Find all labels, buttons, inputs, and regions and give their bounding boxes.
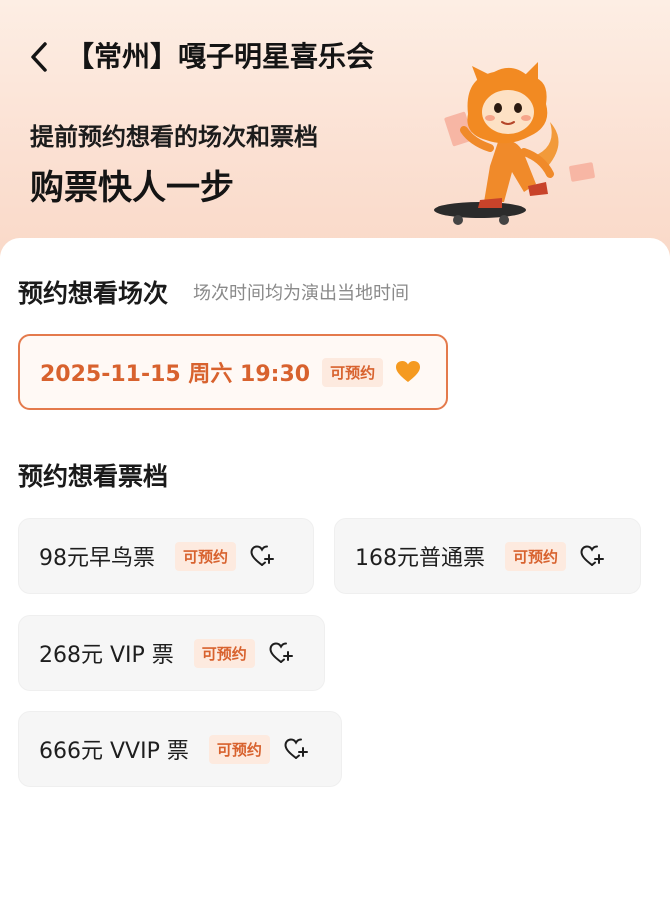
ticket-tier-label: 666元 VVIP 票 — [39, 739, 189, 764]
page-title: 【常州】嘎子明星喜乐会 — [66, 40, 375, 73]
status-badge: 可预约 — [175, 541, 237, 571]
heart-plus-icon — [250, 545, 275, 566]
ticket-section-title: 预约想看票档 — [18, 462, 169, 491]
ticket-tier-label: 98元早鸟票 — [39, 546, 155, 571]
status-badge: 可预约 — [505, 541, 567, 571]
ticket-tier-option[interactable]: 666元 VVIP 票 可预约 — [18, 711, 342, 787]
session-time-note: 场次时间均为演出当地时间 — [193, 283, 409, 304]
heart-plus-icon — [269, 642, 293, 663]
hero-banner: 【常州】嘎子明星喜乐会 提前预约想看的场次和票档 购票快人一步 — [0, 0, 670, 262]
session-section-title: 预约想看场次 — [18, 279, 169, 308]
hero-subtitle: 提前预约想看的场次和票档 — [30, 123, 318, 151]
heart-filled-icon — [396, 361, 421, 382]
heart-plus-icon — [580, 545, 605, 566]
ticket-tier-label: 268元 VIP 票 — [39, 643, 174, 668]
heart-plus-icon — [284, 738, 308, 759]
fox-mascot-illustration — [434, 62, 595, 225]
back-button[interactable] — [22, 38, 56, 76]
chevron-left-icon — [31, 42, 47, 72]
session-option[interactable]: 2025-11-15 周六 19:30 可预约 — [18, 334, 448, 410]
status-badge: 可预约 — [208, 734, 270, 764]
ticket-tier-label: 168元普通票 — [355, 546, 485, 571]
hero-headline: 购票快人一步 — [30, 168, 234, 208]
status-badge: 可预约 — [193, 638, 255, 668]
ticket-tier-option[interactable]: 168元普通票 可预约 — [334, 518, 641, 594]
content-card: 预约想看场次 场次时间均为演出当地时间 2025-11-15 周六 19:30 … — [0, 238, 670, 924]
status-badge: 可预约 — [322, 357, 384, 387]
ticket-tier-option[interactable]: 98元早鸟票 可预约 — [18, 518, 314, 594]
ticket-tier-option[interactable]: 268元 VIP 票 可预约 — [18, 615, 325, 691]
session-date: 2025-11-15 周六 19:30 — [40, 362, 311, 387]
